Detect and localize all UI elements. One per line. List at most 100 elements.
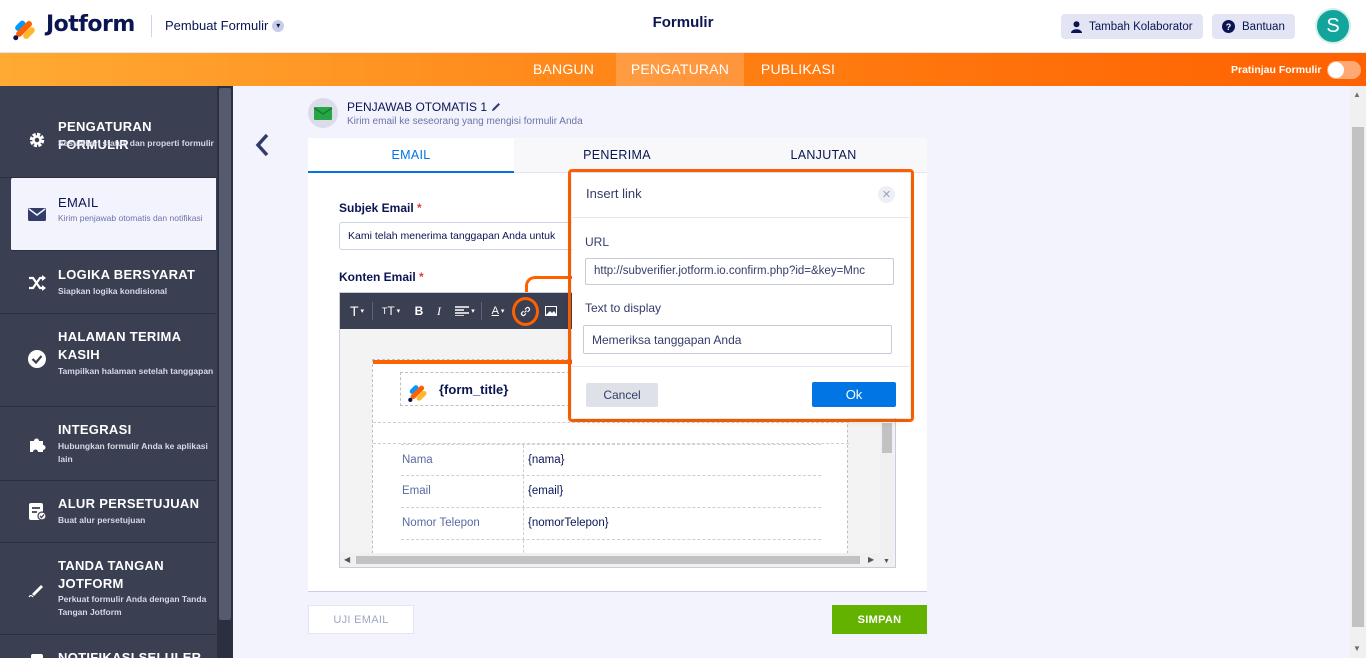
font-family-icon[interactable]: T ▾: [346, 302, 368, 320]
tab-email[interactable]: EMAIL: [308, 138, 514, 173]
subject-input[interactable]: Kami telah menerima tanggapan Anda untuk: [339, 222, 589, 250]
jotform-logo-icon: [12, 13, 38, 41]
sidebar-item-desc: Perkuat formulir Anda dengan Tanda Tanga…: [58, 594, 207, 617]
form-title-variable: {form_title}: [439, 381, 509, 397]
accent-line: [373, 360, 573, 364]
pencil-icon[interactable]: [491, 102, 501, 112]
content-label-text: Konten Email: [339, 270, 416, 284]
url-input[interactable]: http://subverifier.jotform.io.confirm.ph…: [585, 258, 894, 285]
gear-icon: [27, 130, 47, 150]
row-key: Email: [402, 485, 431, 497]
toggle-switch[interactable]: [1327, 61, 1362, 79]
sidebar-item-email[interactable]: EMAIL Kirim penjawab otomatis dan notifi…: [11, 178, 216, 251]
scrollbar-thumb[interactable]: [356, 556, 860, 564]
top-bar: Jotform Pembuat Formulir ▾ Formulir Tamb…: [0, 0, 1366, 53]
table-row[interactable]: Email {email}: [401, 476, 821, 508]
question-icon: ?: [1222, 20, 1235, 33]
sidebar-item-desc: Siapkan logika kondisional: [58, 286, 168, 296]
align-icon[interactable]: ▾: [453, 302, 477, 320]
help-button[interactable]: ? Bantuan: [1212, 14, 1295, 39]
row-key: Nama: [402, 454, 433, 466]
text-color-icon[interactable]: A ▾: [487, 302, 509, 320]
sidebar-item-title: HALAMAN TERIMA KASIH: [58, 329, 181, 362]
dialog-title: Insert link: [586, 186, 642, 201]
text-to-display-input[interactable]: Memeriksa tanggapan Anda: [583, 325, 892, 354]
sidebar-item-desc: Kirim penjawab otomatis dan notifikasi: [58, 213, 203, 223]
insert-link-dialog: Insert link ✕ URL http://subverifier.jot…: [572, 173, 910, 418]
row-key: Nomor Telepon: [402, 517, 480, 529]
sidebar-item-approval-flows[interactable]: ALUR PERSETUJUAN Buat alur persetujuan: [0, 481, 216, 543]
header-divider: [151, 15, 152, 37]
sidebar-item-title: TANDA TANGAN JOTFORM: [58, 558, 164, 591]
sidebar-item-conditional-logic[interactable]: LOGIKA BERSYARAT Siapkan logika kondisio…: [0, 251, 216, 314]
add-collaborator-button[interactable]: Tambah Kolaborator: [1061, 14, 1203, 39]
cancel-button[interactable]: Cancel: [586, 383, 658, 407]
panel-tabs: EMAIL PENERIMA LANJUTAN: [308, 138, 927, 173]
sidebar-item-jotform-sign[interactable]: TANDA TANGAN JOTFORM Perkuat formulir An…: [0, 543, 216, 635]
editor-horizontal-scrollbar[interactable]: ◀ ▶: [340, 553, 880, 567]
required-mark: *: [417, 201, 422, 215]
tab-settings[interactable]: PENGATURAN: [616, 53, 744, 86]
scrollbar-thumb[interactable]: [882, 423, 892, 453]
autoresponder-title-text: PENJAWAB OTOMATIS 1: [347, 100, 488, 114]
sidebar-item-integrations[interactable]: INTEGRASI Hubungkan formulir Anda ke apl…: [0, 407, 216, 481]
save-button[interactable]: SIMPAN: [832, 605, 927, 634]
sidebar-item-thank-you-page[interactable]: HALAMAN TERIMA KASIH Tampilkan halaman s…: [0, 314, 216, 407]
subject-label: Subjek Email *: [339, 201, 422, 215]
page-scrollbar-thumb[interactable]: [1352, 127, 1364, 627]
back-chevron-icon[interactable]: [252, 132, 274, 158]
tab-build[interactable]: BANGUN: [520, 53, 607, 86]
user-icon: [1071, 20, 1082, 33]
row-value: {nama}: [528, 454, 565, 466]
autoresponder-title[interactable]: PENJAWAB OTOMATIS 1: [347, 100, 501, 114]
shuffle-icon: [27, 273, 47, 293]
sidebar-item-desc: Buat alur persetujuan: [58, 515, 146, 525]
sidebar-item-title: NOTIFIKASI SELULER: [58, 650, 202, 658]
add-collaborator-label: Tambah Kolaborator: [1089, 20, 1193, 33]
table-row[interactable]: Nomor Telepon {nomorTelepon}: [401, 508, 821, 540]
sidebar-item-title: LOGIKA BERSYARAT: [58, 267, 196, 282]
jotform-logo[interactable]: Jotform: [12, 12, 135, 41]
sidebar-item-title: EMAIL: [58, 195, 99, 210]
ok-button[interactable]: Ok: [812, 382, 896, 407]
required-mark: *: [419, 270, 424, 284]
puzzle-icon: [27, 434, 47, 454]
editor-vertical-scrollbar[interactable]: ▼: [880, 423, 894, 567]
row-value: {nomorTelepon}: [528, 517, 609, 529]
autoresponder-icon: [308, 98, 338, 128]
sidebar-item-desc: Tampilkan halaman setelah tanggapan: [58, 366, 214, 376]
builder-nav-bar: BANGUN PENGATURAN PUBLIKASI Pratinjau Fo…: [0, 53, 1366, 86]
sidebar-item-title: ALUR PERSETUJUAN: [58, 496, 200, 511]
link-button-highlight: [512, 297, 539, 326]
italic-icon[interactable]: I: [432, 302, 446, 320]
pen-icon: [27, 579, 47, 599]
sidebar-scrollbar-thumb[interactable]: [219, 88, 231, 620]
table-row[interactable]: Nama {nama}: [401, 444, 821, 477]
form-maker-dropdown[interactable]: Pembuat Formulir ▾: [165, 18, 285, 33]
phone-icon: [27, 653, 47, 658]
tab-publish[interactable]: PUBLIKASI: [752, 53, 844, 86]
tab-recipients[interactable]: PENERIMA: [514, 138, 720, 173]
font-size-icon[interactable]: T T ▾: [378, 302, 404, 320]
avatar[interactable]: S: [1315, 8, 1351, 44]
jotform-logo-icon: [407, 379, 429, 403]
row-value: {email}: [528, 485, 564, 497]
envelope-icon: [27, 204, 47, 224]
approval-icon: [27, 501, 47, 521]
check-circle-icon: [27, 349, 47, 369]
text-to-display-label: Text to display: [585, 301, 662, 315]
test-email-button[interactable]: UJI EMAIL: [308, 605, 414, 634]
sidebar-item-mobile-notifications[interactable]: NOTIFIKASI SELULER: [0, 635, 216, 658]
scroll-up-arrow-icon[interactable]: ▲: [1353, 90, 1361, 99]
preview-toggle[interactable]: Pratinjau Formulir: [1231, 61, 1362, 79]
sidebar-item-form-settings[interactable]: PENGATURAN FORMULIR Sesuaikan status dan…: [0, 100, 216, 178]
bold-icon[interactable]: B: [412, 302, 426, 320]
close-icon[interactable]: ✕: [878, 186, 895, 203]
help-label: Bantuan: [1242, 20, 1285, 33]
form-title-block[interactable]: {form_title}: [400, 372, 575, 406]
image-icon[interactable]: [544, 302, 558, 320]
chevron-down-icon: ▾: [272, 19, 285, 32]
tab-advanced[interactable]: LANJUTAN: [720, 138, 927, 173]
settings-sidebar: PENGATURAN FORMULIR Sesuaikan status dan…: [0, 86, 233, 658]
scroll-down-arrow-icon[interactable]: ▼: [1353, 644, 1361, 653]
